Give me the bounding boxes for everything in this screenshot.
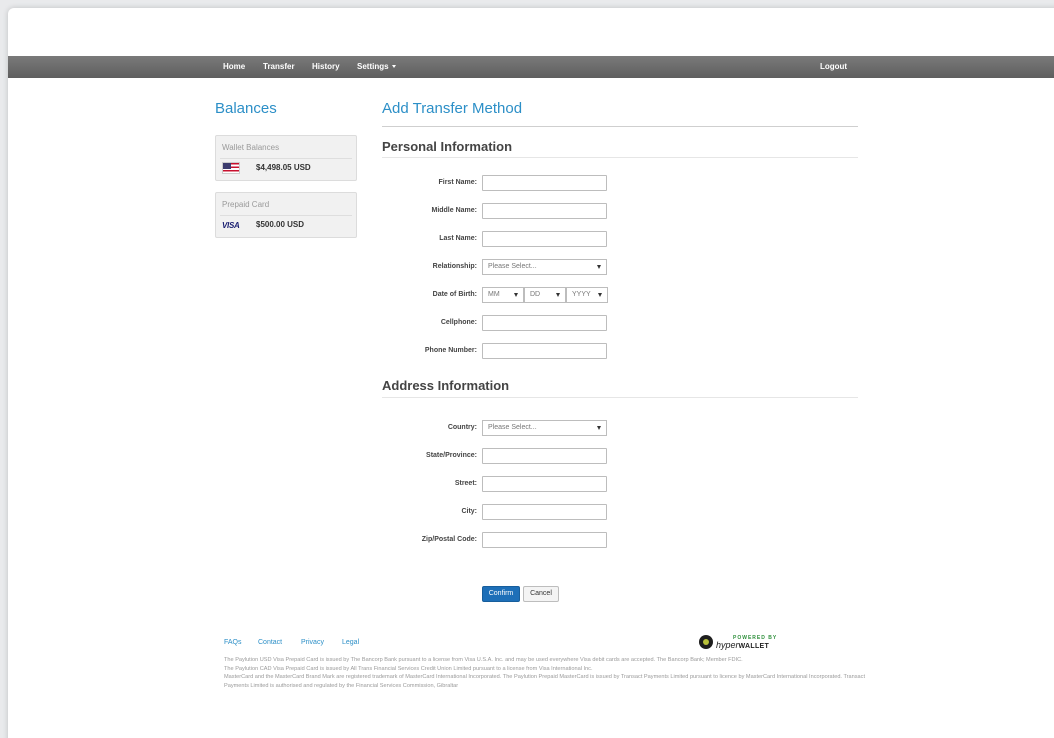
relationship-select[interactable]: Please Select... <box>482 259 607 275</box>
dob-year-value: YYYY <box>572 291 591 298</box>
street-field[interactable] <box>482 476 607 492</box>
country-select[interactable]: Please Select... <box>482 420 607 436</box>
dropdown-arrow-icon <box>514 293 518 297</box>
dob-day-value: DD <box>530 291 541 298</box>
personal-info-title: Personal Information <box>382 139 513 154</box>
divider <box>220 215 352 216</box>
last-name-field[interactable] <box>482 231 607 247</box>
dropdown-arrow-icon <box>597 426 601 430</box>
zip-postal-code-field[interactable] <box>482 532 607 548</box>
divider <box>220 158 352 159</box>
first-name-label: First Name: <box>438 179 477 186</box>
zip-postal-code-label: Zip/Postal Code: <box>421 536 477 543</box>
cancel-button[interactable]: Cancel <box>523 586 559 602</box>
first-name-field[interactable] <box>482 175 607 191</box>
brand-hyper: hyper <box>716 640 739 650</box>
nav-home[interactable]: Home <box>223 56 245 78</box>
city-field[interactable] <box>482 504 607 520</box>
page-title: Add Transfer Method <box>382 100 523 117</box>
dob-month-select[interactable]: MM <box>482 287 524 303</box>
address-info-title: Address Information <box>382 378 510 393</box>
dob-month-value: MM <box>488 291 500 298</box>
legal-paragraph: MasterCard and the MasterCard Brand Mark… <box>224 674 865 689</box>
hyperwallet-badge-icon <box>699 635 713 649</box>
prepaid-card-amount: $500.00 USD <box>256 220 305 229</box>
dropdown-arrow-icon <box>556 293 560 297</box>
dob-day-select[interactable]: DD <box>524 287 566 303</box>
footer-link-legal[interactable]: Legal <box>342 639 359 646</box>
section-divider <box>382 157 858 158</box>
brand-wallet: WALLET <box>738 643 770 650</box>
nav-settings-label: Settings <box>357 62 389 71</box>
section-divider <box>382 397 858 398</box>
legal-disclaimer: The Paylution USD Visa Prepaid Card is i… <box>224 656 884 690</box>
footer-link-faqs[interactable]: FAQs <box>224 639 242 646</box>
confirm-button[interactable]: Confirm <box>482 586 520 602</box>
balances-title: Balances <box>215 100 277 117</box>
wallet-balances-title: Wallet Balances <box>222 143 280 152</box>
relationship-select-value: Please Select... <box>488 263 537 270</box>
nav-transfer[interactable]: Transfer <box>263 56 295 78</box>
footer-link-privacy[interactable]: Privacy <box>301 639 324 646</box>
relationship-label: Relationship: <box>432 263 477 270</box>
cellphone-label: Cellphone: <box>440 319 477 326</box>
phone-number-label: Phone Number: <box>424 347 477 354</box>
wallet-balances-panel: Wallet Balances $4,498.05 USD <box>215 135 357 181</box>
footer-link-contact[interactable]: Contact <box>258 639 282 646</box>
nav-history[interactable]: History <box>312 56 340 78</box>
browser-window: Home Transfer History Settings Logout Ba… <box>8 8 1054 738</box>
middle-name-field[interactable] <box>482 203 607 219</box>
nav-logout[interactable]: Logout <box>820 56 847 78</box>
state-province-field[interactable] <box>482 448 607 464</box>
us-flag-icon <box>222 162 240 174</box>
date-of-birth-label: Date of Birth: <box>432 291 477 298</box>
nav-settings[interactable]: Settings <box>357 56 396 78</box>
city-label: City: <box>461 508 477 515</box>
wallet-balance-amount: $4,498.05 USD <box>256 163 311 172</box>
visa-icon: VISA <box>222 221 240 230</box>
legal-paragraph: The Paylution CAD Visa Prepaid Card is i… <box>224 665 593 672</box>
legal-paragraph: The Paylution USD Visa Prepaid Card is i… <box>224 657 743 663</box>
cellphone-field[interactable] <box>482 315 607 331</box>
prepaid-card-title: Prepaid Card <box>222 200 270 209</box>
top-navbar: Home Transfer History Settings Logout <box>8 56 1054 78</box>
dob-year-select[interactable]: YYYY <box>566 287 608 303</box>
title-divider <box>382 126 858 127</box>
dropdown-arrow-icon <box>597 265 601 269</box>
country-label: Country: <box>447 424 477 431</box>
country-select-value: Please Select... <box>488 424 537 431</box>
middle-name-label: Middle Name: <box>431 207 477 214</box>
prepaid-card-panel: Prepaid Card VISA $500.00 USD <box>215 192 357 238</box>
last-name-label: Last Name: <box>439 235 477 242</box>
state-province-label: State/Province: <box>426 452 477 459</box>
phone-number-field[interactable] <box>482 343 607 359</box>
hyperwallet-logo: POWERED BY hyperWALLET <box>699 635 789 653</box>
caret-down-icon <box>391 65 396 69</box>
street-label: Street: <box>454 480 477 487</box>
hyperwallet-brand: hyperWALLET <box>716 640 769 650</box>
dropdown-arrow-icon <box>598 293 602 297</box>
